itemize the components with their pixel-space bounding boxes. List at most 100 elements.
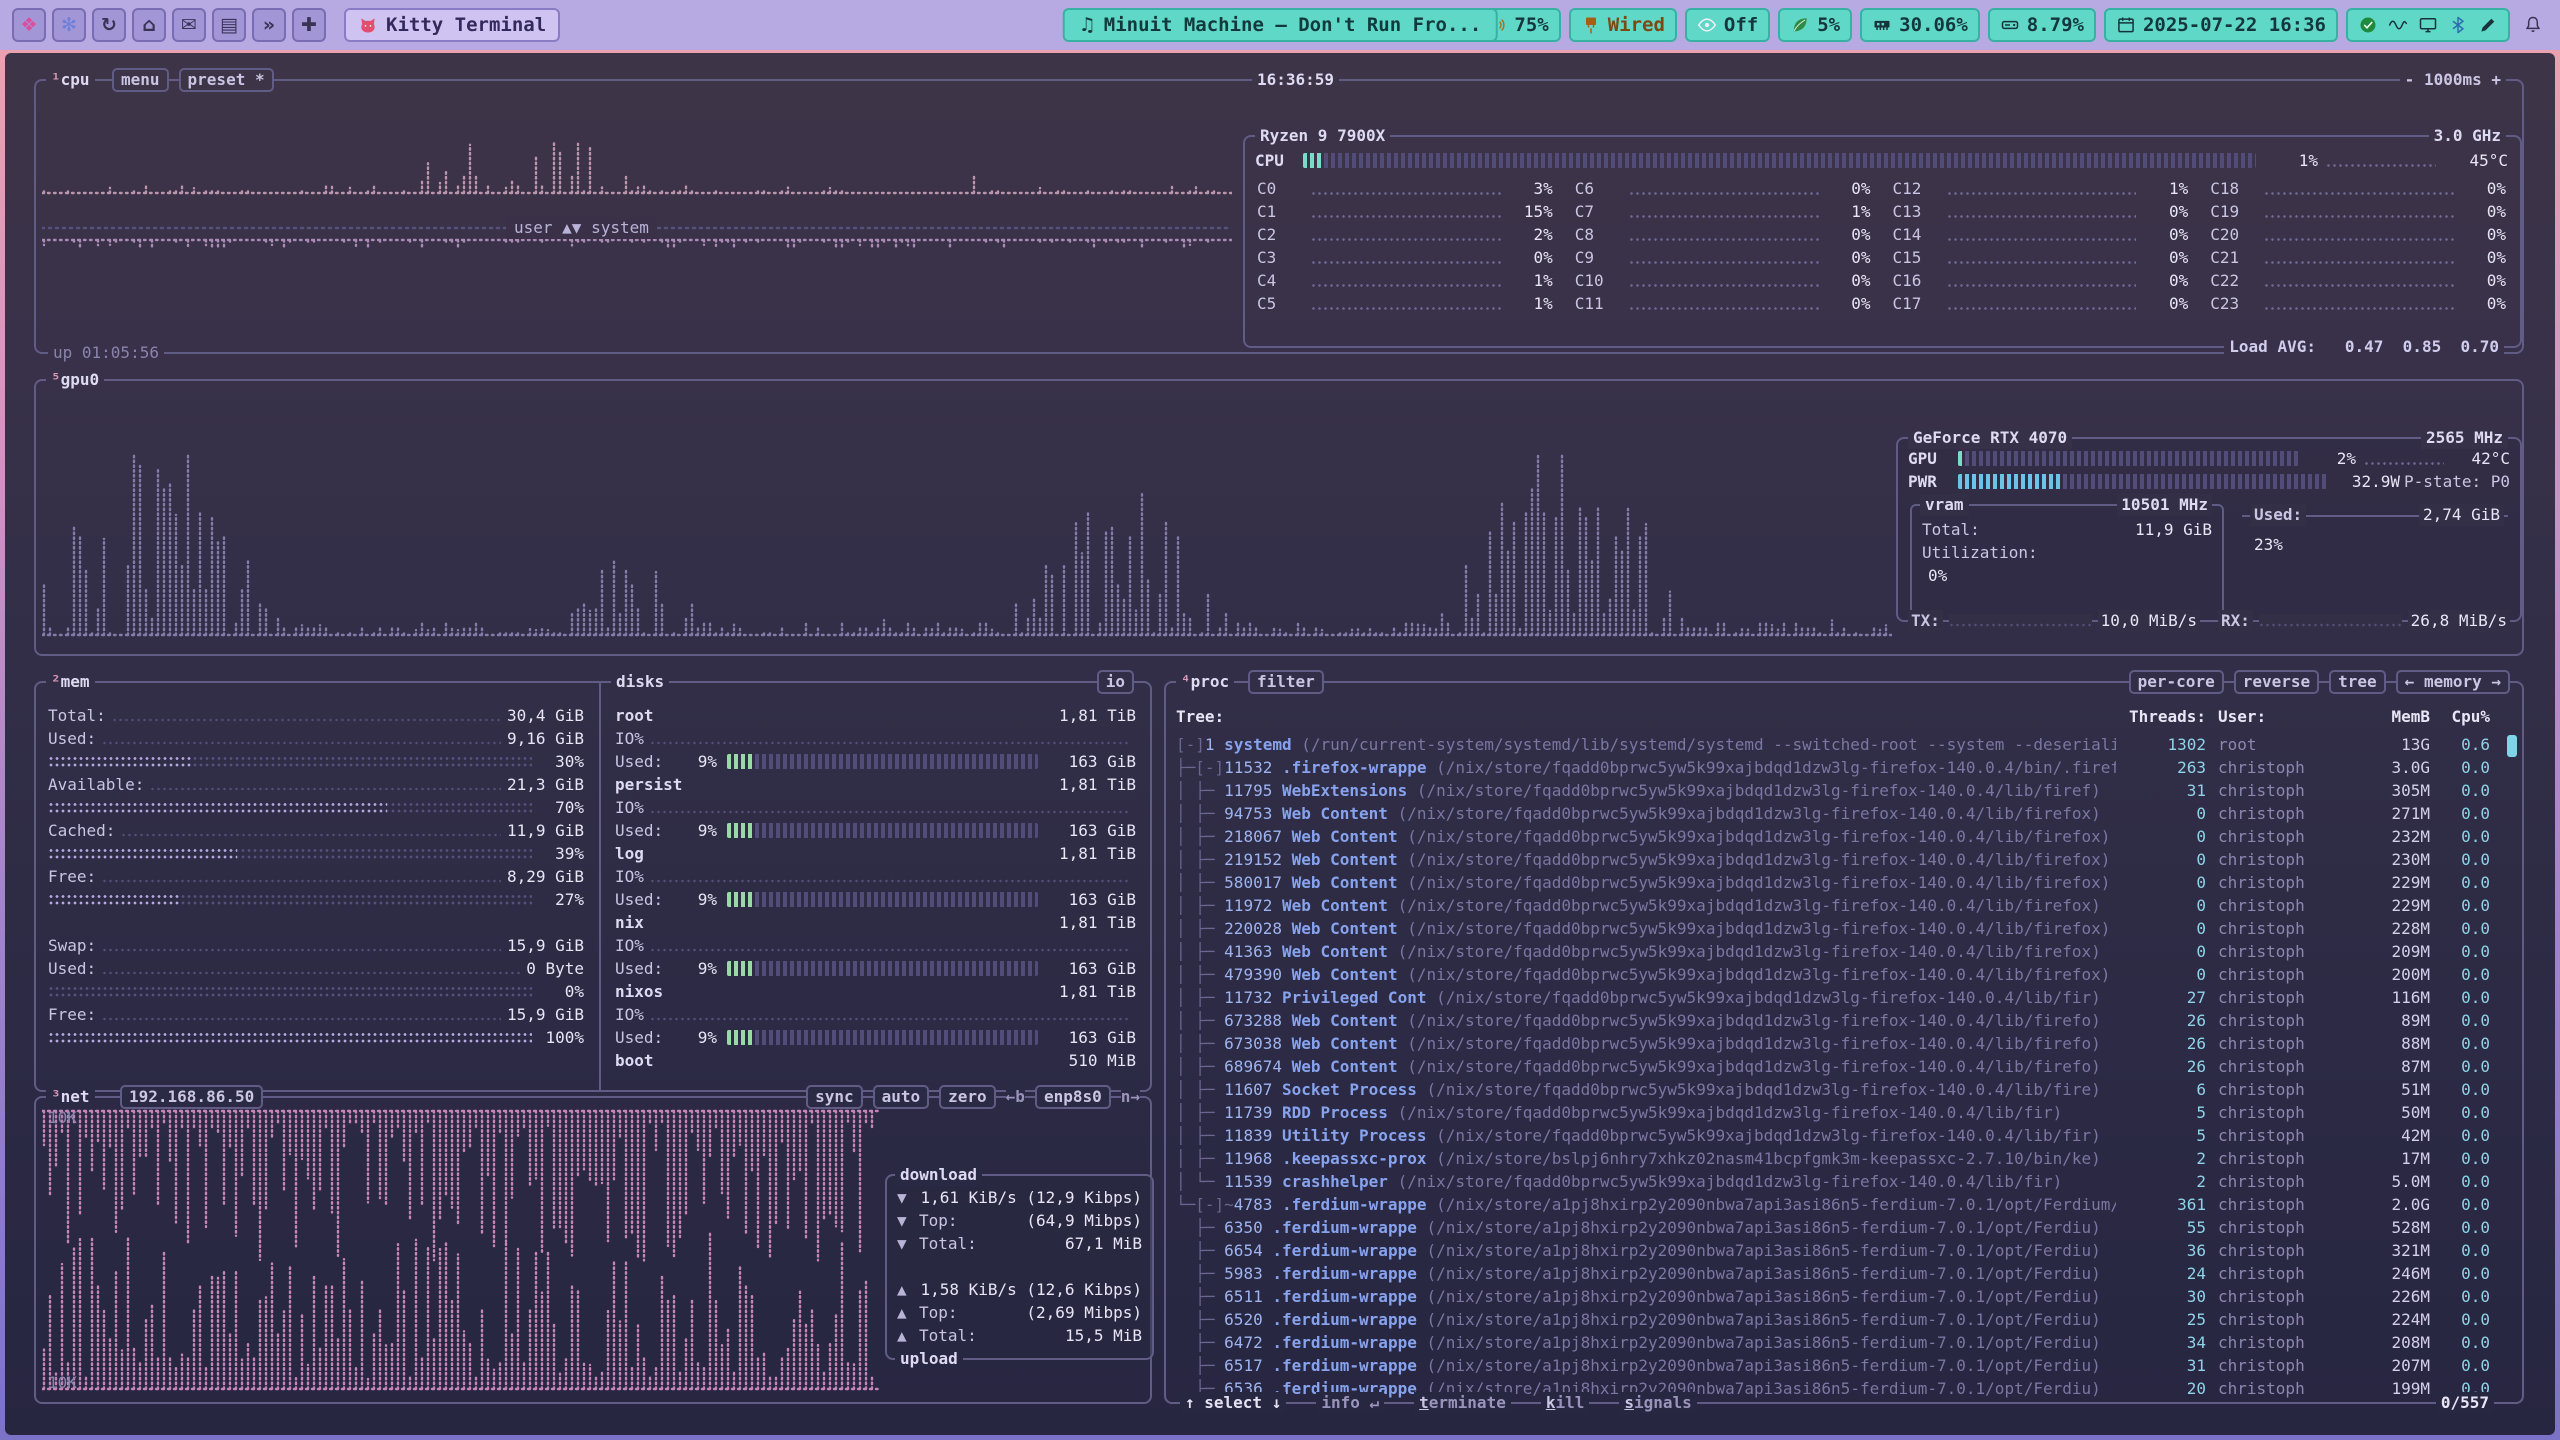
status-ok-icon[interactable] — [2358, 15, 2378, 35]
process-row[interactable]: │ ├─ 41363 Web Content (/nix/store/fqadd… — [1176, 940, 2496, 963]
process-row[interactable]: │ ├─ 94753 Web Content (/nix/store/fqadd… — [1176, 802, 2496, 825]
process-row[interactable]: ├─ 6511 .ferdium-wrappe (/nix/store/a1pj… — [1176, 1285, 2496, 1308]
active-window-button[interactable]: Kitty Terminal — [344, 8, 560, 42]
proc-key-kill[interactable]: kill — [1541, 1392, 1590, 1414]
mem-percent: 27% — [532, 890, 584, 909]
mem-label: Free: — [48, 1005, 96, 1024]
process-command: (/nix/store/a1pj8hxirp2y2090nbwa7api3asi… — [1436, 1193, 2116, 1216]
notifications-button[interactable] — [2518, 10, 2548, 40]
process-row[interactable]: ├─ 6472 .ferdium-wrappe (/nix/store/a1pj… — [1176, 1331, 2496, 1354]
sort-selector[interactable]: ← memory → — [2396, 670, 2510, 694]
reload-button[interactable]: ↻ — [92, 8, 126, 42]
process-row[interactable]: ├─ 6520 .ferdium-wrappe (/nix/store/a1pj… — [1176, 1308, 2496, 1331]
proc-key-terminate[interactable]: terminate — [1414, 1392, 1511, 1414]
iface-prev-key[interactable]: ←b — [1006, 1086, 1025, 1108]
cpu-tab-menu[interactable]: menu — [112, 68, 169, 92]
header-cpu[interactable]: Cpu% — [2430, 707, 2496, 726]
proc-key-signals[interactable]: signals — [1619, 1392, 1696, 1414]
workspace-mail-button[interactable]: ✉ — [172, 8, 206, 42]
proc-tab-per-core[interactable]: per-core — [2129, 670, 2224, 694]
process-row[interactable]: └─[-]~4783 .ferdium-wrappe (/nix/store/a… — [1176, 1193, 2496, 1216]
disk-row[interactable]: persist1,81 TiB — [607, 773, 1144, 796]
process-info: │ ├─ 94753 Web Content (/nix/store/fqadd… — [1176, 802, 2116, 825]
process-row[interactable]: │ ├─ 220028 Web Content (/nix/store/fqad… — [1176, 917, 2496, 940]
interface-tab[interactable]: enp8s0 — [1035, 1085, 1111, 1109]
vram-util-label: Utilization: — [1922, 543, 2038, 562]
disk-row[interactable]: root1,81 TiB — [607, 704, 1144, 727]
workspace-files-button[interactable]: ▤ — [212, 8, 246, 42]
process-command: (/nix/store/fqadd0bprwc5yw5k99xajbdqd1dz… — [1436, 1124, 2101, 1147]
process-user: christoph — [2206, 1193, 2338, 1216]
process-cpu: 0.0 — [2430, 779, 2496, 802]
process-cpu: 0.0 — [2430, 825, 2496, 848]
process-row[interactable]: │ ├─ 11607 Socket Process (/nix/store/fq… — [1176, 1078, 2496, 1101]
module-disk[interactable]: 8.79% — [1988, 8, 2096, 42]
process-pid: 6511 — [1224, 1285, 1272, 1308]
update-interval-control[interactable]: - 1000ms + — [2400, 69, 2506, 91]
process-row[interactable]: ├─ 6350 .ferdium-wrappe (/nix/store/a1pj… — [1176, 1216, 2496, 1239]
disk-row[interactable]: boot510 MiB — [607, 1049, 1144, 1072]
process-cpu: 0.0 — [2430, 1331, 2496, 1354]
edit-icon[interactable] — [2478, 15, 2498, 35]
module-network[interactable]: Wired — [1569, 8, 1677, 42]
process-row[interactable]: │ ├─ 11739 RDD Process (/nix/store/fqadd… — [1176, 1101, 2496, 1124]
process-name: .ferdium-wrappe — [1272, 1308, 1426, 1331]
proc-tab-tree[interactable]: tree — [2329, 670, 2386, 694]
module-cpu[interactable]: 5% — [1778, 8, 1852, 42]
process-row[interactable]: │ ├─ 11732 Privileged Cont (/nix/store/f… — [1176, 986, 2496, 1009]
process-row[interactable]: │ ├─ 673038 Web Content (/nix/store/fqad… — [1176, 1032, 2496, 1055]
launcher-button[interactable]: ❖ — [12, 8, 46, 42]
music-player-button[interactable]: ♫ Minuit Machine – Don't Run Fro... — [1063, 8, 1498, 42]
nix-button[interactable]: ✻ — [52, 8, 86, 42]
process-row[interactable]: ├─ 5983 .ferdium-wrappe (/nix/store/a1pj… — [1176, 1262, 2496, 1285]
process-row[interactable]: │ ├─ 219152 Web Content (/nix/store/fqad… — [1176, 848, 2496, 871]
process-row[interactable]: ├─[-]11532 .firefox-wrappe (/nix/store/f… — [1176, 756, 2496, 779]
process-row[interactable]: │ ├─ 673288 Web Content (/nix/store/fqad… — [1176, 1009, 2496, 1032]
proc-tab-reverse[interactable]: reverse — [2234, 670, 2319, 694]
process-row[interactable]: │ ├─ 11972 Web Content (/nix/store/fqadd… — [1176, 894, 2496, 917]
disk-row[interactable]: nix1,81 TiB — [607, 911, 1144, 934]
proc-info-key[interactable]: info ↵ — [1316, 1392, 1384, 1414]
process-row[interactable]: │ ├─ 479390 Web Content (/nix/store/fqad… — [1176, 963, 2496, 986]
filter-tab[interactable]: filter — [1248, 670, 1324, 694]
process-row[interactable]: ├─ 6517 .ferdium-wrappe (/nix/store/a1pj… — [1176, 1354, 2496, 1377]
net-tab-auto[interactable]: auto — [873, 1085, 930, 1109]
proc-select-keys[interactable]: ↑ select ↓ — [1180, 1392, 1286, 1414]
process-row[interactable]: [-]1 systemd (/run/current-system/system… — [1176, 733, 2496, 756]
leader — [150, 778, 501, 792]
process-info: └─[-]~4783 .ferdium-wrappe (/nix/store/a… — [1176, 1193, 2116, 1216]
disk-row[interactable]: log1,81 TiB — [607, 842, 1144, 865]
process-threads: 36 — [2116, 1239, 2206, 1262]
module-clock[interactable]: 2025-07-22 16:36 — [2104, 8, 2338, 42]
cpu-tab-preset[interactable]: preset * — [179, 68, 274, 92]
header-user[interactable]: User: — [2206, 707, 2338, 726]
net-tab-zero[interactable]: zero — [939, 1085, 996, 1109]
process-row[interactable]: │ ├─ 11795 WebExtensions (/nix/store/fqa… — [1176, 779, 2496, 802]
io-toggle-tab[interactable]: io — [1097, 670, 1134, 694]
process-row[interactable]: │ ├─ 689674 Web Content (/nix/store/fqad… — [1176, 1055, 2496, 1078]
header-threads[interactable]: Threads: — [2116, 707, 2206, 726]
workspace-term-button[interactable]: » — [252, 8, 286, 42]
mem-meter-row: 27% — [40, 888, 592, 911]
process-row[interactable]: ├─ 6654 .ferdium-wrappe (/nix/store/a1pj… — [1176, 1239, 2496, 1262]
process-info: ├─ 6511 .ferdium-wrappe (/nix/store/a1pj… — [1176, 1285, 2116, 1308]
process-row[interactable]: │ ├─ 11968 .keepassxc-prox (/nix/store/b… — [1176, 1147, 2496, 1170]
header-mem[interactable]: MemB — [2338, 707, 2430, 726]
wave-icon[interactable] — [2388, 15, 2408, 35]
process-row[interactable]: │ └─ 11539 crashhelper (/nix/store/fqadd… — [1176, 1170, 2496, 1193]
display-icon[interactable] — [2418, 15, 2438, 35]
process-row[interactable]: │ ├─ 218067 Web Content (/nix/store/fqad… — [1176, 825, 2496, 848]
disk-list: root1,81 TiBIO%Used:9%163 GiBpersist1,81… — [607, 704, 1144, 1072]
module-idle-inhibitor[interactable]: Off — [1685, 8, 1770, 42]
scrollbar-thumb[interactable] — [2507, 735, 2517, 757]
bluetooth-icon[interactable] — [2448, 15, 2468, 35]
process-row[interactable]: │ ├─ 580017 Web Content (/nix/store/fqad… — [1176, 871, 2496, 894]
process-row[interactable]: │ ├─ 11839 Utility Process (/nix/store/f… — [1176, 1124, 2496, 1147]
workspace-add-button[interactable]: ✚ — [292, 8, 326, 42]
iface-next-key[interactable]: n→ — [1121, 1086, 1140, 1108]
mem-stat-row: Free:15,9 GiB — [40, 1003, 592, 1026]
workspace-home-button[interactable]: ⌂ — [132, 8, 166, 42]
process-user: christoph — [2206, 986, 2338, 1009]
disk-row[interactable]: nixos1,81 TiB — [607, 980, 1144, 1003]
module-memory[interactable]: 30.06% — [1860, 8, 1980, 42]
